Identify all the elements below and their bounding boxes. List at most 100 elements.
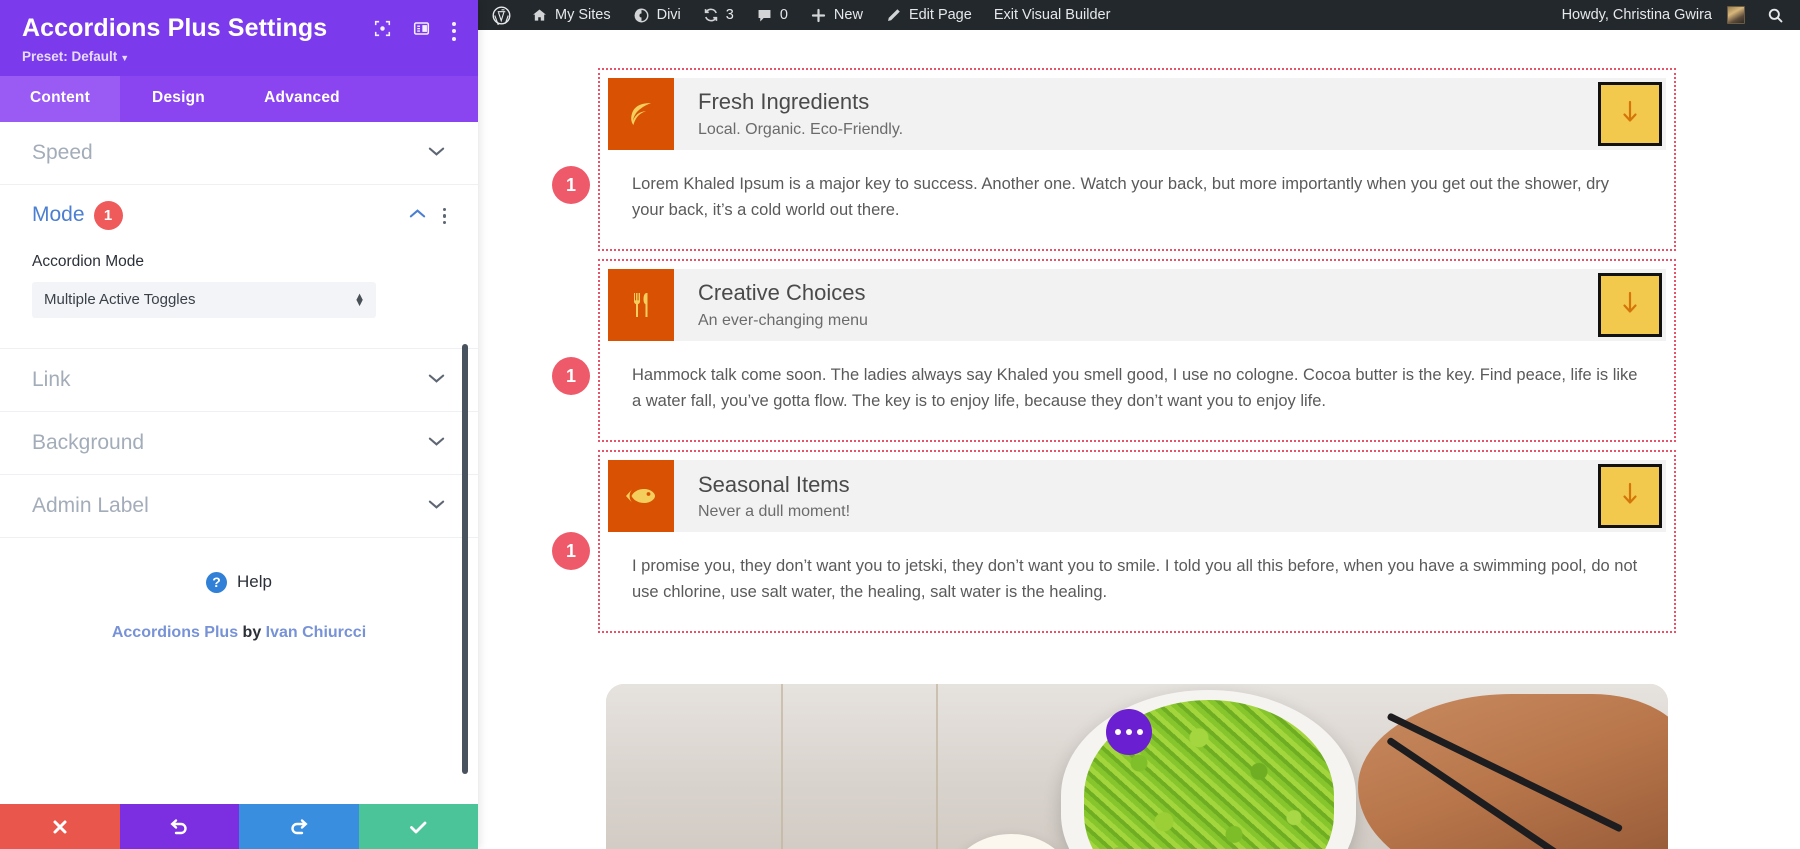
select-arrows-icon: ▲ ▼ [354,290,365,309]
wp-menu-divi-label: Divi [656,7,681,23]
help-link[interactable]: ? Help [0,538,478,593]
group-background-label: Background [32,430,145,454]
group-admin-label-header[interactable]: Admin Label [32,475,446,537]
group-link-header[interactable]: Link [32,349,446,411]
divi-icon [633,7,650,24]
tab-advanced[interactable]: Advanced [237,76,367,122]
layout-panel-icon[interactable] [413,20,430,42]
group-mode-label: Mode [32,203,85,227]
credit-line: Accordions Plus by Ivan Chiurcci [0,593,478,642]
tab-design[interactable]: Design [120,76,237,122]
image-detail [936,684,938,849]
accordion-mode-value: Multiple Active Toggles [44,291,196,309]
accordion-mode-select[interactable]: Multiple Active Toggles ▲ ▼ [32,281,376,318]
wp-menu-account[interactable]: Howdy, Christina Gwira [1551,0,1756,30]
settings-panel: Accordions Plus Settings Preset: Default… [0,0,478,849]
wp-menu-new[interactable]: New [799,0,874,30]
chevron-up-icon[interactable] [408,207,427,225]
question-mark-icon: ? [206,571,228,593]
arrow-down-icon [1619,290,1641,321]
pencil-icon [885,7,902,24]
accordion-subtitle: Local. Organic. Eco-Friendly. [698,120,904,138]
product-link[interactable]: Accordions Plus [112,624,238,641]
accordion-body: Hammock talk come soon. The ladies alway… [608,341,1666,433]
accordion-title: Seasonal Items [698,471,850,497]
wp-menu-exit-visual-builder-label: Exit Visual Builder [993,7,1111,23]
undo-button[interactable] [119,804,239,849]
group-mode-header[interactable]: Mode 1 [32,185,446,247]
hero-image [606,684,1668,849]
group-link[interactable]: Link [0,348,478,412]
group-speed-header[interactable]: Speed [32,122,446,184]
fish-icon [608,460,674,533]
panel-header: Accordions Plus Settings Preset: Default… [0,0,478,76]
wp-menu-exit-visual-builder[interactable]: Exit Visual Builder [983,0,1122,30]
group-admin-label-label: Admin Label [32,493,149,517]
wordpress-icon [492,6,511,26]
accordion-toggle-button[interactable] [1598,464,1662,529]
accordion-toggle-button[interactable] [1598,82,1662,146]
group-mode-kebab-icon[interactable] [442,207,446,224]
plus-icon [810,7,827,24]
wp-menu-edit-page[interactable]: Edit Page [874,0,983,30]
chevron-down-icon[interactable] [427,497,446,515]
tab-content[interactable]: Content [0,75,120,122]
redo-button[interactable] [239,804,359,849]
wp-menu-updates[interactable]: 3 [692,0,745,30]
accordion-header[interactable]: Creative Choices An ever-changing menu [608,269,1666,342]
accordion-body: I promise you, they don’t want you to je… [608,532,1666,624]
fullscreen-icon[interactable] [374,20,391,42]
kebab-menu-icon[interactable] [452,21,456,41]
chevron-down-icon[interactable] [427,434,446,452]
credit-by: by [238,623,266,641]
wp-menu-comments[interactable]: 0 [745,0,799,30]
wp-menu-my-sites-label: My Sites [555,7,611,23]
cutlery-icon [608,269,674,342]
chevron-down-icon: ▼ [120,52,130,63]
save-button[interactable] [358,804,478,849]
group-speed-label: Speed [32,140,93,164]
screen-root: Accordions Plus Settings Preset: Default… [0,0,1800,849]
chevron-down-icon[interactable] [427,371,446,389]
accordion-toggle-button[interactable] [1598,273,1662,338]
help-label: Help [237,572,272,592]
accordion-marker-badge: 1 [552,357,590,396]
wp-logo-menu[interactable] [478,0,520,30]
group-background[interactable]: Background [0,411,478,475]
accordion-title: Creative Choices [698,280,866,306]
group-mode: Mode 1 Accordion Mode Multiple Active Tog… [0,184,478,349]
accordion-subtitle: Never a dull moment! [698,503,851,520]
wp-menu-edit-page-label: Edit Page [908,7,972,23]
accordion-item: 1 Creative Choices An ever-changing menu [552,259,1676,443]
group-speed[interactable]: Speed [0,121,478,185]
panel-body: Speed Mode 1 Accordion Mode Multiple Act… [0,121,478,804]
accordion-body: Lorem Khaled Ipsum is a major key to suc… [608,150,1666,242]
status-badge: 1 [93,201,123,231]
group-admin-label[interactable]: Admin Label [0,474,478,538]
accordion-item: 1 Fresh Ingredients Local. Organic. Eco-… [552,68,1676,252]
search-icon [1767,7,1784,24]
howdy-label: Howdy, Christina Gwira [1561,7,1712,23]
wp-menu-search[interactable] [1756,0,1800,30]
preset-label: Preset: Default [22,48,118,64]
wp-menu-divi[interactable]: Divi [622,0,692,30]
wp-menu-my-sites[interactable]: My Sites [520,0,622,30]
accordion-header[interactable]: Seasonal Items Never a dull moment! [608,460,1666,533]
accordion-title-block: Seasonal Items Never a dull moment! [674,460,1598,532]
accordion-mode-label: Accordion Mode [32,252,145,270]
panel-scrollbar[interactable] [462,343,468,774]
accordion-title-block: Fresh Ingredients Local. Organic. Eco-Fr… [674,78,1598,150]
wp-menu-comments-count: 0 [779,7,788,23]
wp-menu-new-label: New [833,7,863,23]
author-link[interactable]: Ivan Chiurcci [266,624,366,641]
accordion-marker-badge: 1 [552,166,590,204]
module-more-options-button[interactable] [1106,709,1152,755]
accordion-title: Fresh Ingredients [698,89,870,115]
preset-selector[interactable]: Preset: Default ▼ [22,49,456,64]
arrow-down-icon [1619,481,1641,512]
accordion-header[interactable]: Fresh Ingredients Local. Organic. Eco-Fr… [608,78,1666,150]
leaf-icon [608,78,674,150]
group-background-header[interactable]: Background [32,412,446,474]
cancel-button[interactable] [0,804,120,849]
chevron-down-icon[interactable] [427,144,446,162]
